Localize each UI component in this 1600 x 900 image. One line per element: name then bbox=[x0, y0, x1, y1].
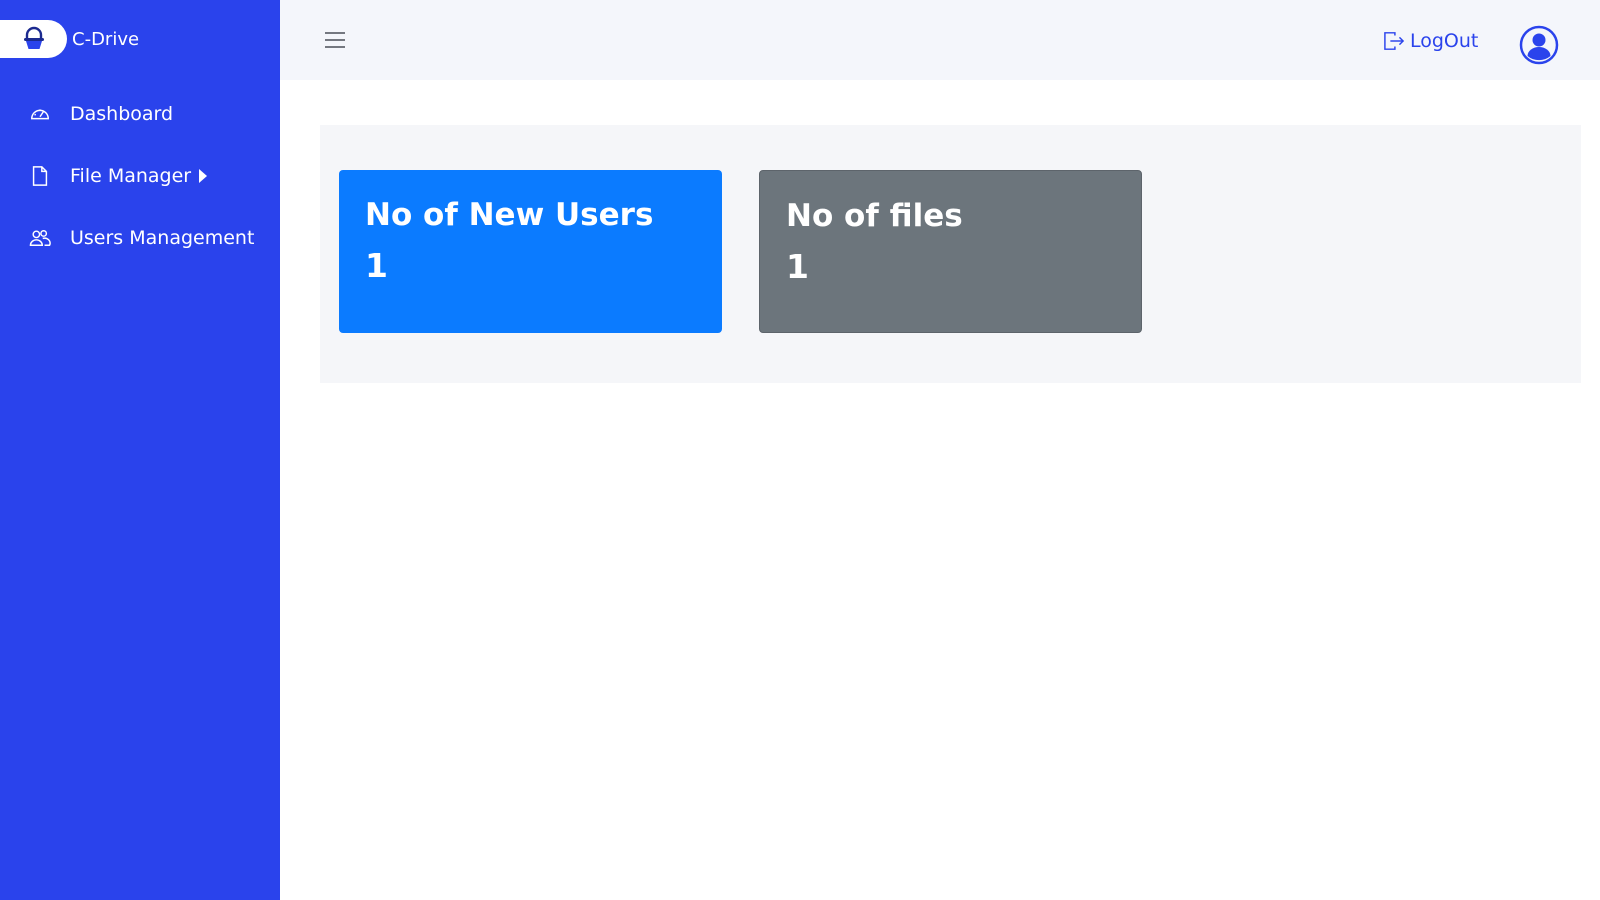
sidebar-nav: Dashboard File Manager Users Management bbox=[0, 83, 280, 269]
sidebar-item-users-management[interactable]: Users Management bbox=[0, 207, 280, 269]
basket-icon bbox=[23, 26, 44, 49]
hamburger-icon[interactable] bbox=[323, 28, 347, 52]
sidebar-item-label: Users Management bbox=[70, 227, 255, 249]
topbar: LogOut bbox=[280, 0, 1600, 80]
brand-logo bbox=[0, 20, 67, 58]
sidebar-item-label: Dashboard bbox=[70, 103, 174, 125]
new-users-card: No of New Users 1 bbox=[339, 170, 722, 333]
card-value: 1 bbox=[365, 246, 388, 285]
speedometer-icon bbox=[28, 102, 52, 126]
files-card: No of files 1 bbox=[759, 170, 1142, 333]
sidebar-item-dashboard[interactable]: Dashboard bbox=[0, 83, 280, 145]
users-icon bbox=[28, 226, 52, 250]
logout-icon bbox=[1383, 31, 1405, 51]
card-title: No of files bbox=[786, 198, 963, 234]
stats-panel: No of New Users 1 No of files 1 bbox=[320, 125, 1581, 383]
caret-right-icon bbox=[199, 169, 208, 183]
user-circle-icon[interactable] bbox=[1518, 24, 1560, 66]
card-value: 1 bbox=[786, 247, 809, 286]
brand[interactable]: C-Drive bbox=[0, 20, 139, 58]
sidebar-item-label: File Manager bbox=[70, 165, 192, 187]
card-title: No of New Users bbox=[365, 197, 654, 233]
file-icon bbox=[28, 164, 52, 188]
logout-label: LogOut bbox=[1410, 30, 1479, 52]
app-name: C-Drive bbox=[72, 28, 140, 50]
sidebar: C-Drive Dashboard File Manager Users Man… bbox=[0, 0, 280, 900]
sidebar-item-file-manager[interactable]: File Manager bbox=[0, 145, 280, 207]
logout-button[interactable]: LogOut bbox=[1383, 28, 1478, 54]
